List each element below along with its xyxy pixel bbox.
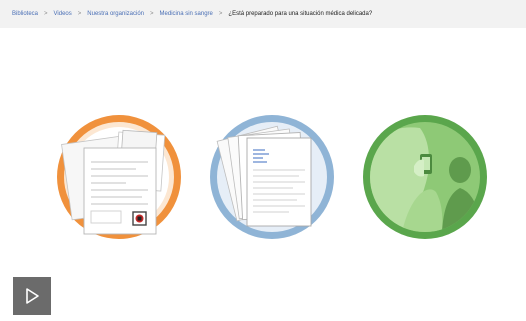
breadcrumb-link-organizacion[interactable]: Nuestra organización — [87, 11, 144, 17]
breadcrumb-link-biblioteca[interactable]: Biblioteca — [12, 11, 38, 17]
breadcrumb-current: ¿Está preparado para una situación médic… — [228, 11, 373, 17]
paper-forms-icon — [210, 115, 334, 239]
play-button[interactable] — [13, 277, 51, 315]
breadcrumb-link-videos[interactable]: Videos — [54, 11, 72, 17]
play-icon — [26, 288, 39, 304]
breadcrumb: Biblioteca > Videos > Nuestra organizaci… — [0, 0, 526, 28]
medical-documents-icon — [57, 115, 181, 239]
breadcrumb-link-medicina[interactable]: Medicina sin sangre — [160, 11, 213, 17]
phone-call-icon — [363, 115, 487, 239]
breadcrumb-separator: > — [44, 11, 48, 17]
breadcrumb-separator: > — [77, 11, 82, 17]
breadcrumb-separator: > — [150, 11, 154, 17]
breadcrumb-separator: > — [218, 11, 223, 17]
